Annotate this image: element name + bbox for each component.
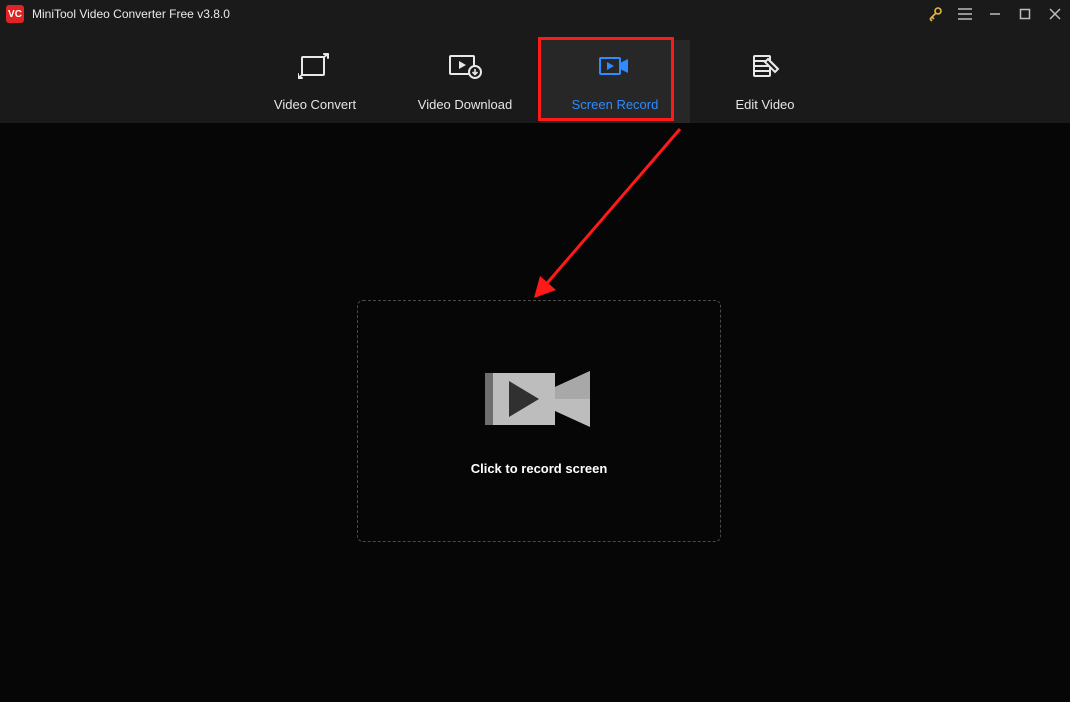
content-area: Click to record screen [0, 123, 1070, 702]
tab-video-download[interactable]: Video Download [390, 40, 540, 123]
camcorder-icon [485, 367, 593, 431]
tab-label: Edit Video [735, 97, 794, 112]
tab-video-convert[interactable]: Video Convert [240, 40, 390, 123]
tab-label: Video Download [418, 97, 512, 112]
highlight-box [538, 37, 674, 121]
window-controls [920, 0, 1070, 28]
app-logo-icon: VC [6, 5, 24, 23]
key-icon[interactable] [920, 0, 950, 28]
annotation-arrow-icon [530, 124, 690, 304]
window-title: MiniTool Video Converter Free v3.8.0 [32, 7, 230, 21]
tab-edit-video[interactable]: Edit Video [690, 40, 840, 123]
edit-video-icon [750, 51, 780, 81]
video-download-icon [448, 51, 482, 81]
close-icon[interactable] [1040, 0, 1070, 28]
record-caption: Click to record screen [471, 461, 608, 476]
tab-label: Video Convert [274, 97, 356, 112]
video-convert-icon [298, 51, 332, 81]
minimize-icon[interactable] [980, 0, 1010, 28]
title-bar: VC MiniTool Video Converter Free v3.8.0 [0, 0, 1070, 28]
maximize-icon[interactable] [1010, 0, 1040, 28]
record-dropzone[interactable]: Click to record screen [357, 300, 721, 542]
menu-icon[interactable] [950, 0, 980, 28]
tab-screen-record[interactable]: Screen Record [540, 40, 690, 123]
tab-strip: Video Convert Video Download [0, 28, 1070, 123]
app-window: VC MiniTool Video Converter Free v3.8.0 [0, 0, 1070, 702]
